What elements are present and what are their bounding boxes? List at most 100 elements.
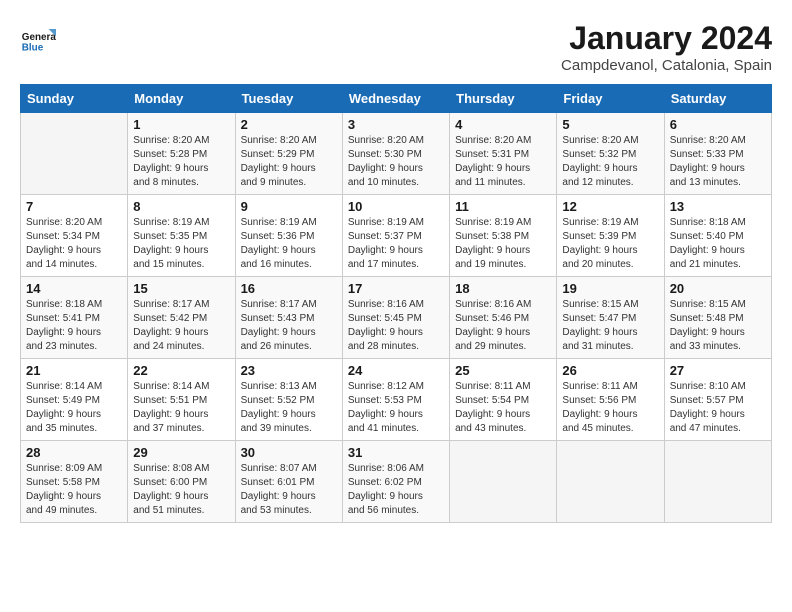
day-number: 9 (241, 199, 337, 214)
calendar-cell: 27Sunrise: 8:10 AM Sunset: 5:57 PM Dayli… (664, 359, 771, 441)
calendar-cell: 9 Sunrise: 8:19 AM Sunset: 5:36 PM Daylig… (235, 195, 342, 277)
day-info: Sunrise: 8:19 AM Sunset: 5:38 PM Dayligh… (455, 216, 551, 272)
calendar-cell: 5 Sunrise: 8:20 AM Sunset: 5:32 PM Daylig… (557, 113, 664, 195)
day-info: Sunrise: 8:09 AM Sunset: 5:58 PM Dayligh… (26, 462, 122, 518)
calendar-cell: 21Sunrise: 8:14 AM Sunset: 5:49 PM Dayli… (21, 359, 128, 441)
calendar-header-row: SundayMondayTuesdayWednesdayThursdayFrid… (21, 85, 772, 113)
calendar-cell: 20Sunrise: 8:15 AM Sunset: 5:48 PM Dayli… (664, 277, 771, 359)
day-info: Sunrise: 8:11 AM Sunset: 5:54 PM Dayligh… (455, 380, 551, 436)
day-number: 22 (133, 363, 229, 378)
day-number: 12 (562, 199, 658, 214)
calendar-title: January 2024 (561, 20, 772, 57)
day-info: Sunrise: 8:19 AM Sunset: 5:37 PM Dayligh… (348, 216, 444, 272)
day-number: 24 (348, 363, 444, 378)
calendar-cell: 31 Sunrise: 8:06 AM Sunset: 6:02 PM Dayli… (342, 441, 449, 523)
day-number: 27 (670, 363, 766, 378)
calendar-cell: 1 Sunrise: 8:20 AM Sunset: 5:28 PM Daylig… (128, 113, 235, 195)
day-number: 21 (26, 363, 122, 378)
calendar-cell: 3 Sunrise: 8:20 AM Sunset: 5:30 PM Daylig… (342, 113, 449, 195)
calendar-week-2: 7 Sunrise: 8:20 AM Sunset: 5:34 PM Daylig… (21, 195, 772, 277)
day-info: Sunrise: 8:20 AM Sunset: 5:29 PM Dayligh… (241, 134, 337, 190)
calendar-cell: 28 Sunrise: 8:09 AM Sunset: 5:58 PM Dayli… (21, 441, 128, 523)
day-info: Sunrise: 8:20 AM Sunset: 5:28 PM Dayligh… (133, 134, 229, 190)
calendar-cell: 11 Sunrise: 8:19 AM Sunset: 5:38 PM Dayli… (450, 195, 557, 277)
day-number: 26 (562, 363, 658, 378)
day-number: 6 (670, 117, 766, 132)
calendar-week-1: 1 Sunrise: 8:20 AM Sunset: 5:28 PM Daylig… (21, 113, 772, 195)
calendar-cell (664, 441, 771, 523)
day-number: 1 (133, 117, 229, 132)
svg-text:General: General (22, 32, 56, 43)
day-number: 4 (455, 117, 551, 132)
day-number: 14 (26, 281, 122, 296)
day-info: Sunrise: 8:19 AM Sunset: 5:35 PM Dayligh… (133, 216, 229, 272)
calendar-week-5: 28 Sunrise: 8:09 AM Sunset: 5:58 PM Dayli… (21, 441, 772, 523)
svg-text:Blue: Blue (22, 43, 44, 54)
day-number: 3 (348, 117, 444, 132)
page-header: General Blue January 2024 Campdevanol, C… (20, 20, 772, 74)
header-day-sunday: Sunday (21, 85, 128, 113)
header-day-friday: Friday (557, 85, 664, 113)
day-info: Sunrise: 8:19 AM Sunset: 5:39 PM Dayligh… (562, 216, 658, 272)
day-info: Sunrise: 8:11 AM Sunset: 5:56 PM Dayligh… (562, 380, 658, 436)
day-info: Sunrise: 8:20 AM Sunset: 5:33 PM Dayligh… (670, 134, 766, 190)
day-number: 29 (133, 445, 229, 460)
day-number: 30 (241, 445, 337, 460)
day-info: Sunrise: 8:20 AM Sunset: 5:32 PM Dayligh… (562, 134, 658, 190)
calendar-cell: 6 Sunrise: 8:20 AM Sunset: 5:33 PM Daylig… (664, 113, 771, 195)
day-info: Sunrise: 8:20 AM Sunset: 5:30 PM Dayligh… (348, 134, 444, 190)
calendar-cell: 18Sunrise: 8:16 AM Sunset: 5:46 PM Dayli… (450, 277, 557, 359)
day-number: 28 (26, 445, 122, 460)
calendar-subtitle: Campdevanol, Catalonia, Spain (561, 57, 772, 74)
day-info: Sunrise: 8:14 AM Sunset: 5:51 PM Dayligh… (133, 380, 229, 436)
calendar-body: 1 Sunrise: 8:20 AM Sunset: 5:28 PM Daylig… (21, 113, 772, 523)
header-day-wednesday: Wednesday (342, 85, 449, 113)
day-number: 11 (455, 199, 551, 214)
logo: General Blue (20, 20, 56, 56)
calendar-table: SundayMondayTuesdayWednesdayThursdayFrid… (20, 84, 772, 523)
calendar-cell: 29 Sunrise: 8:08 AM Sunset: 6:00 PM Dayli… (128, 441, 235, 523)
calendar-cell: 2 Sunrise: 8:20 AM Sunset: 5:29 PM Daylig… (235, 113, 342, 195)
header-day-tuesday: Tuesday (235, 85, 342, 113)
day-info: Sunrise: 8:19 AM Sunset: 5:36 PM Dayligh… (241, 216, 337, 272)
day-number: 15 (133, 281, 229, 296)
day-info: Sunrise: 8:06 AM Sunset: 6:02 PM Dayligh… (348, 462, 444, 518)
calendar-week-3: 14 Sunrise: 8:18 AM Sunset: 5:41 PM Dayli… (21, 277, 772, 359)
calendar-cell (557, 441, 664, 523)
day-info: Sunrise: 8:12 AM Sunset: 5:53 PM Dayligh… (348, 380, 444, 436)
day-info: Sunrise: 8:17 AM Sunset: 5:43 PM Dayligh… (241, 298, 337, 354)
calendar-cell: 26 Sunrise: 8:11 AM Sunset: 5:56 PM Dayli… (557, 359, 664, 441)
day-number: 10 (348, 199, 444, 214)
title-block: January 2024 Campdevanol, Catalonia, Spa… (561, 20, 772, 74)
calendar-cell: 8 Sunrise: 8:19 AM Sunset: 5:35 PM Daylig… (128, 195, 235, 277)
calendar-cell: 7 Sunrise: 8:20 AM Sunset: 5:34 PM Daylig… (21, 195, 128, 277)
header-day-monday: Monday (128, 85, 235, 113)
calendar-cell: 14 Sunrise: 8:18 AM Sunset: 5:41 PM Dayli… (21, 277, 128, 359)
day-info: Sunrise: 8:08 AM Sunset: 6:00 PM Dayligh… (133, 462, 229, 518)
calendar-cell: 10 Sunrise: 8:19 AM Sunset: 5:37 PM Dayli… (342, 195, 449, 277)
day-number: 5 (562, 117, 658, 132)
calendar-week-4: 21Sunrise: 8:14 AM Sunset: 5:49 PM Dayli… (21, 359, 772, 441)
calendar-cell: 15Sunrise: 8:17 AM Sunset: 5:42 PM Dayli… (128, 277, 235, 359)
day-number: 2 (241, 117, 337, 132)
day-number: 31 (348, 445, 444, 460)
calendar-cell: 13Sunrise: 8:18 AM Sunset: 5:40 PM Dayli… (664, 195, 771, 277)
day-number: 23 (241, 363, 337, 378)
calendar-cell: 23 Sunrise: 8:13 AM Sunset: 5:52 PM Dayli… (235, 359, 342, 441)
calendar-cell (21, 113, 128, 195)
day-number: 13 (670, 199, 766, 214)
calendar-cell: 22 Sunrise: 8:14 AM Sunset: 5:51 PM Dayli… (128, 359, 235, 441)
calendar-cell: 4 Sunrise: 8:20 AM Sunset: 5:31 PM Daylig… (450, 113, 557, 195)
day-number: 8 (133, 199, 229, 214)
day-info: Sunrise: 8:15 AM Sunset: 5:47 PM Dayligh… (562, 298, 658, 354)
day-info: Sunrise: 8:20 AM Sunset: 5:31 PM Dayligh… (455, 134, 551, 190)
calendar-cell: 17Sunrise: 8:16 AM Sunset: 5:45 PM Dayli… (342, 277, 449, 359)
day-info: Sunrise: 8:18 AM Sunset: 5:41 PM Dayligh… (26, 298, 122, 354)
day-info: Sunrise: 8:16 AM Sunset: 5:46 PM Dayligh… (455, 298, 551, 354)
day-info: Sunrise: 8:16 AM Sunset: 5:45 PM Dayligh… (348, 298, 444, 354)
day-info: Sunrise: 8:20 AM Sunset: 5:34 PM Dayligh… (26, 216, 122, 272)
header-day-saturday: Saturday (664, 85, 771, 113)
calendar-cell: 16Sunrise: 8:17 AM Sunset: 5:43 PM Dayli… (235, 277, 342, 359)
day-number: 7 (26, 199, 122, 214)
day-info: Sunrise: 8:13 AM Sunset: 5:52 PM Dayligh… (241, 380, 337, 436)
